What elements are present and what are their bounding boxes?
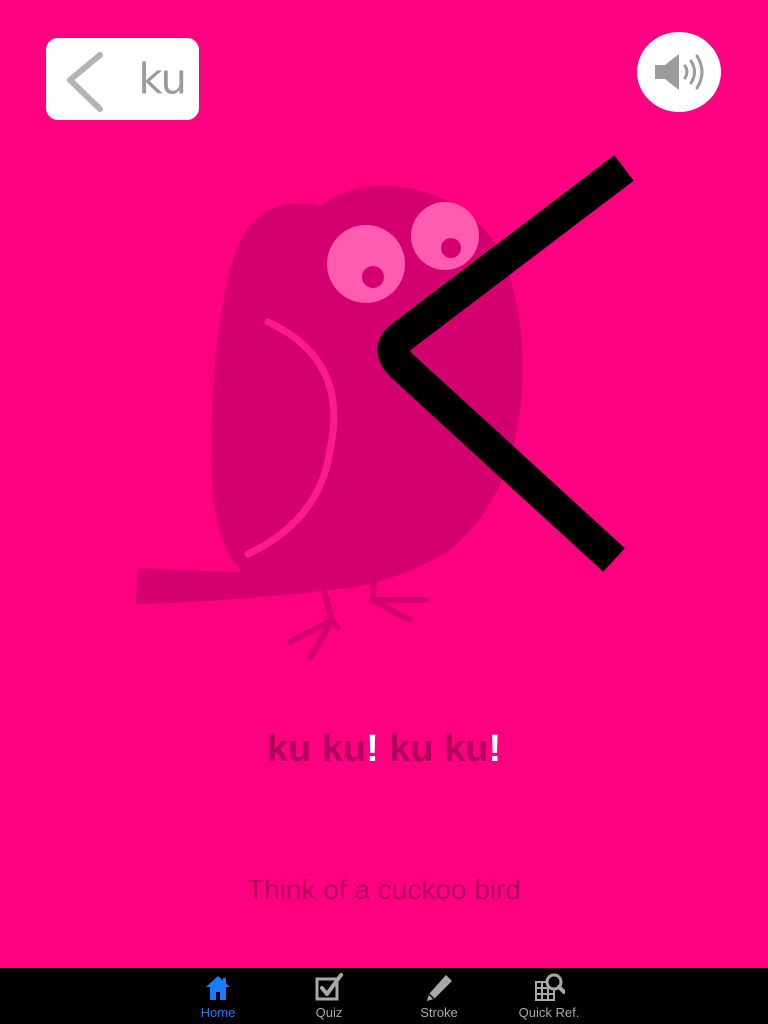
bird-pupil-right bbox=[441, 238, 461, 258]
kana-ku-glyph bbox=[67, 52, 103, 112]
tab-bar: Home Quiz Stroke Quick Ref. bbox=[0, 968, 768, 1024]
speaker-icon bbox=[655, 54, 704, 90]
tab-quiz[interactable]: Quiz bbox=[279, 968, 379, 1024]
home-icon bbox=[206, 976, 230, 1000]
tab-home[interactable]: Home bbox=[168, 968, 268, 1024]
tab-quick-ref[interactable]: Quick Ref. bbox=[499, 968, 599, 1024]
cuckoo-bird-illustration bbox=[136, 155, 634, 661]
tab-stroke-label: Stroke bbox=[420, 1005, 458, 1020]
phrase-bang-2: ! bbox=[488, 728, 502, 770]
checkbox-icon bbox=[315, 973, 343, 1001]
phrase-part-2: ku ku bbox=[378, 728, 489, 770]
flashcard-screen: ku ku ku! ku ku! Think of a cuckoo bird bbox=[0, 0, 768, 968]
romaji-label: ku bbox=[138, 54, 187, 104]
tab-quiz-label: Quiz bbox=[315, 1005, 343, 1020]
mnemonic-phrase: ku ku! ku ku! bbox=[0, 728, 768, 771]
kana-card-button[interactable]: ku bbox=[46, 38, 199, 120]
tab-quick-ref-label: Quick Ref. bbox=[518, 1005, 580, 1020]
sound-button[interactable] bbox=[637, 32, 721, 112]
tab-home-label: Home bbox=[200, 1005, 236, 1020]
bird-pupil-left bbox=[362, 266, 384, 288]
pencil-icon bbox=[427, 975, 452, 1001]
phrase-part-1: ku ku bbox=[266, 728, 367, 770]
phrase-bang-1: ! bbox=[366, 728, 379, 770]
bird-eye-left bbox=[327, 225, 405, 303]
mnemonic-hint: Think of a cuckoo bird bbox=[247, 874, 521, 905]
bird-eye-right bbox=[411, 202, 479, 270]
tab-stroke[interactable]: Stroke bbox=[389, 968, 489, 1024]
grid-search-icon bbox=[535, 973, 565, 1001]
